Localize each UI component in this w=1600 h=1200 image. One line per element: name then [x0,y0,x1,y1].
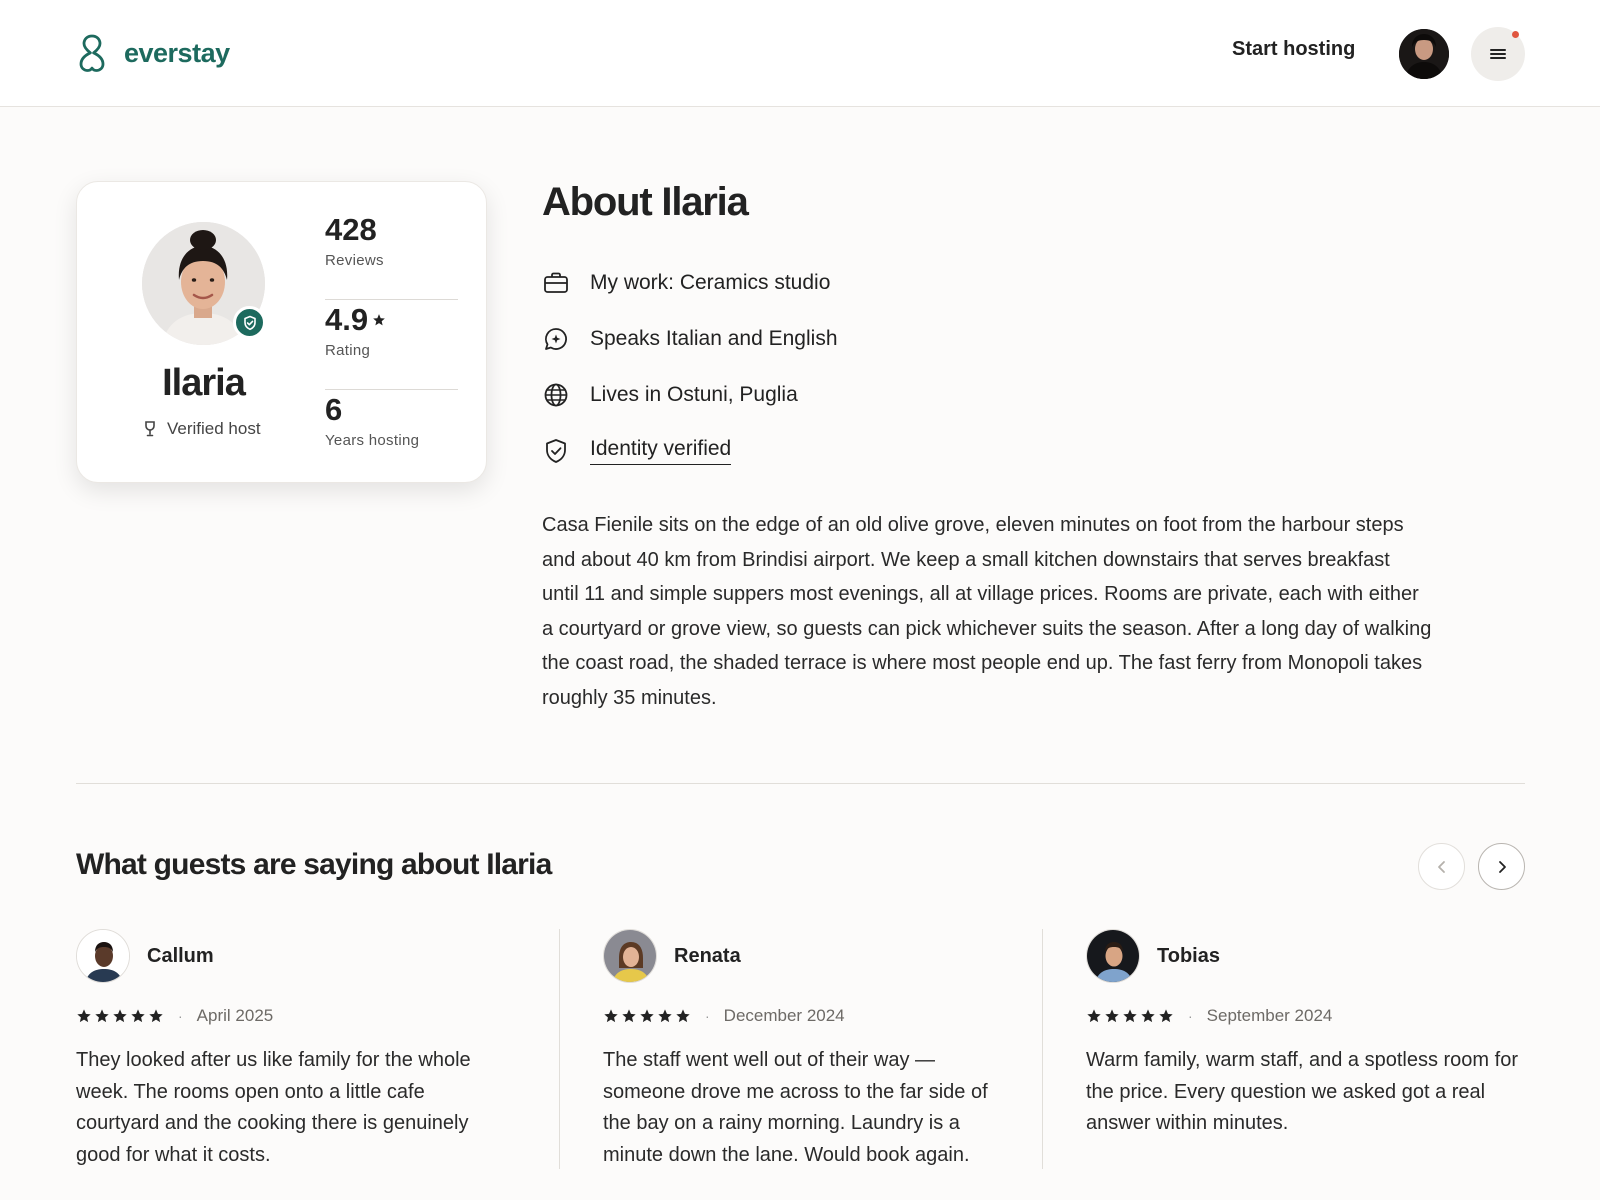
review-card: Callum · April 2025 They looked after us… [76,929,488,1169]
star-icon [604,1009,618,1023]
hamburger-icon [1490,49,1506,59]
reviewer: Tobias [1086,929,1526,983]
verified-host-label: Verified host [143,419,261,439]
star-icon [131,1009,145,1023]
avatar-image [1399,29,1449,79]
menu-button[interactable] [1471,27,1525,81]
host-name: Ilaria [162,362,246,404]
reviewer-name: Tobias [1157,944,1220,967]
previous-reviews-button[interactable] [1418,843,1465,890]
logo-icon [79,34,105,72]
reviewer-avatar[interactable] [76,929,130,983]
star-icon [658,1009,672,1023]
fact-location: Lives in Ostuni, Puglia [542,367,838,423]
host-stats: 428 Reviews 4.9 Rating 6 Years hosting [325,210,458,480]
fact-identity[interactable]: Identity verified [542,423,838,479]
star-rating [1086,1008,1174,1024]
review-meta: · December 2024 [603,1005,1013,1027]
trophy-icon [145,421,155,437]
star-icon [1123,1009,1137,1023]
star-icon [676,1009,690,1023]
star-icon [622,1009,636,1023]
fact-work: My work: Ceramics studio [542,255,838,311]
reviews-title: What guests are saying about Ilaria [76,848,552,881]
briefcase-icon [542,269,570,297]
fact-languages: Speaks Italian and English [542,311,838,367]
start-hosting-button[interactable]: Start hosting [1232,38,1355,61]
review-separator [1042,929,1043,1169]
brand-logo[interactable]: everstay [76,33,230,73]
stat-years-hosting: 6 Years hosting [325,390,458,480]
chevron-left-icon [1437,860,1445,873]
fact-text: Speaks Italian and English [590,327,838,350]
review-meta: · September 2024 [1086,1005,1526,1027]
host-facts: My work: Ceramics studio Speaks Italian … [542,255,838,479]
star-rating [603,1008,691,1024]
review-text: Warm family, warm staff, and a spotless … [1086,1049,1518,1134]
fact-text: My work: Ceramics studio [590,271,831,294]
reviewer-avatar-image [604,930,656,982]
brand-name: everstay [124,37,230,68]
review-date: April 2025 [196,1006,274,1025]
star-icon [95,1009,109,1023]
review-date: December 2024 [723,1006,845,1025]
stat-reviews[interactable]: 428 Reviews [325,210,458,300]
star-icon [1087,1009,1101,1023]
verified-badge [233,306,266,339]
top-header: everstay Start hosting [0,0,1600,107]
meta-separator: · [178,1008,183,1024]
star-icon [113,1009,127,1023]
star-icon [77,1009,91,1023]
star-icon [1105,1009,1119,1023]
host-bio: Casa Fienile sits on the edge of an old … [542,514,1432,709]
reviewer-avatar[interactable] [1086,929,1140,983]
identity-verified-link[interactable]: Identity verified [590,437,732,465]
globe-icon [542,381,570,409]
shield-check-icon [243,315,256,330]
next-reviews-button[interactable] [1478,843,1525,890]
user-avatar[interactable] [1399,29,1449,79]
reviewer: Callum [76,929,488,983]
meta-separator: · [705,1008,710,1024]
stat-value: 4.9 [325,302,369,337]
review-date: September 2024 [1206,1006,1333,1025]
reviewer-name: Renata [674,944,741,967]
star-icon [1141,1009,1155,1023]
about-title: About Ilaria [542,180,749,224]
review-card: Tobias · September 2024 Warm family, war… [1086,929,1526,1169]
shield-check-icon [542,437,570,465]
stat-label: Reviews [325,252,384,269]
notification-dot [1512,31,1519,38]
star-icon [640,1009,654,1023]
reviewer-avatar-image [1087,930,1139,982]
review-separator [559,929,560,1169]
review-card: Renata · December 2024 The staff went we… [603,929,1013,1169]
reviewer-avatar-image [77,930,129,982]
section-divider [76,783,1525,784]
stat-rating: 4.9 Rating [325,300,458,390]
host-profile-card: Ilaria Verified host 428 Reviews 4.9 Rat… [76,181,487,483]
review-text: The staff went well out of their way — s… [603,1049,988,1166]
stat-label: Rating [325,342,371,359]
star-rating [76,1008,164,1024]
review-text: They looked after us like family for the… [76,1049,471,1166]
speech-bubble-icon [542,325,570,353]
stat-value-row: 4.9 [325,302,458,338]
reviewer-avatar[interactable] [603,929,657,983]
verified-host-text: Verified host [167,419,261,438]
fact-text: Lives in Ostuni, Puglia [590,383,798,406]
reviewer: Renata [603,929,1013,983]
reviewer-name: Callum [147,944,214,967]
stat-value: 6 [325,392,343,427]
star-icon [373,314,385,326]
star-icon [1159,1009,1173,1023]
chevron-right-icon [1498,860,1506,873]
stat-label: Years hosting [325,432,420,449]
stat-value: 428 [325,212,377,247]
meta-separator: · [1188,1008,1193,1024]
star-icon [149,1009,163,1023]
review-meta: · April 2025 [76,1005,488,1027]
